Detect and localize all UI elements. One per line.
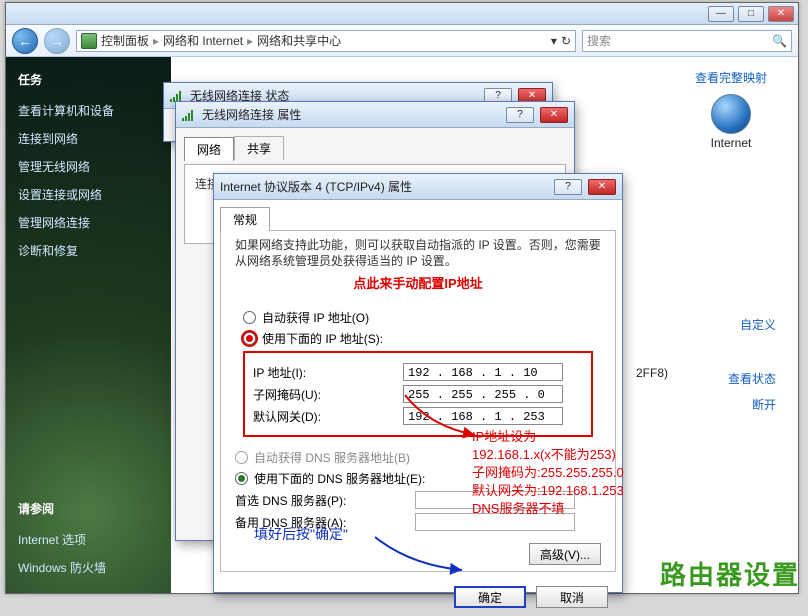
sidebar-item-setup-connection[interactable]: 设置连接或网络 xyxy=(18,184,159,206)
view-status-link[interactable]: 查看状态 xyxy=(728,366,776,392)
sidebar-extra-firewall[interactable]: Windows 防火墙 xyxy=(18,557,159,579)
internet-label: Internet xyxy=(686,136,776,150)
tcpip-description: 如果网络支持此功能，则可以获取自动指派的 IP 设置。否则，您需要从网络系统管理… xyxy=(235,237,601,269)
toolbar: ← → 控制面板 ▸ 网络和 Internet ▸ 网络和共享中心 ▾ ↻ 搜索… xyxy=(6,25,798,57)
sidebar-item-view-devices[interactable]: 查看计算机和设备 xyxy=(18,100,159,122)
disconnect-link[interactable]: 断开 xyxy=(728,392,776,418)
sidebar-item-diagnose[interactable]: 诊断和修复 xyxy=(18,240,159,262)
sidebar-item-connect-network[interactable]: 连接到网络 xyxy=(18,128,159,150)
dns1-input[interactable] xyxy=(415,491,575,509)
watermark: 路由器设置 xyxy=(660,555,800,592)
address-bar[interactable]: 控制面板 ▸ 网络和 Internet ▸ 网络和共享中心 ▾ ↻ xyxy=(76,30,576,52)
breadcrumb-root[interactable]: 控制面板 xyxy=(101,32,149,49)
dns-radio-group: 自动获得 DNS 服务器地址(B) 使用下面的 DNS 服务器地址(E): 首选… xyxy=(235,449,601,531)
dlg2-title: 无线网络连接 属性 xyxy=(202,106,301,123)
sidebar-item-manage-connections[interactable]: 管理网络连接 xyxy=(18,212,159,234)
radio-manual-dns[interactable] xyxy=(235,472,248,485)
mask-label: 子网掩码(U): xyxy=(253,386,403,403)
ip-grid-highlight: IP 地址(I): 192 . 168 . 1 . 10 子网掩码(U): 25… xyxy=(243,351,593,437)
breadcrumb-mid[interactable]: 网络和 Internet xyxy=(163,32,243,49)
search-box[interactable]: 搜索 🔍 xyxy=(582,30,792,52)
breadcrumb-sep-icon: ▸ xyxy=(247,34,253,48)
window-titlebar: — □ ✕ xyxy=(6,3,798,25)
tab-sharing[interactable]: 共享 xyxy=(234,136,284,160)
radio-manual-ip[interactable] xyxy=(243,332,256,345)
breadcrumb-leaf[interactable]: 网络和共享中心 xyxy=(257,32,341,49)
minimize-button[interactable]: — xyxy=(708,6,734,22)
tasks-heading: 任务 xyxy=(18,71,159,88)
tcpip-properties-dialog: Internet 协议版本 4 (TCP/IPv4) 属性 ? ✕ 常规 如果网… xyxy=(213,173,623,593)
dns2-label: 备用 DNS 服务器(A): xyxy=(235,514,415,531)
forward-button[interactable]: → xyxy=(44,28,70,54)
refresh-icon[interactable]: ↻ xyxy=(561,34,571,48)
back-button[interactable]: ← xyxy=(12,28,38,54)
maximize-button[interactable]: □ xyxy=(738,6,764,22)
dns1-label: 首选 DNS 服务器(P): xyxy=(235,492,415,509)
ip-radio-group: 自动获得 IP 地址(O) 使用下面的 IP 地址(S): IP 地址(I): … xyxy=(233,301,603,441)
ok-button[interactable]: 确定 xyxy=(454,586,526,608)
gw-input[interactable]: 192 . 168 . 1 . 253 xyxy=(403,407,563,425)
radio-auto-dns-label: 自动获得 DNS 服务器地址(B) xyxy=(254,449,410,466)
dlg2-close-button[interactable]: ✕ xyxy=(540,107,568,123)
ip-input[interactable]: 192 . 168 . 1 . 10 xyxy=(403,363,563,381)
breadcrumb-dd-icon[interactable]: ▾ xyxy=(551,34,557,48)
tab-general[interactable]: 常规 xyxy=(220,207,270,231)
dlg3-title: Internet 协议版本 4 (TCP/IPv4) 属性 xyxy=(220,178,412,195)
tasks-sidebar: 任务 查看计算机和设备 连接到网络 管理无线网络 设置连接或网络 管理网络连接 … xyxy=(6,57,171,593)
close-button[interactable]: ✕ xyxy=(768,6,794,22)
search-placeholder: 搜索 xyxy=(587,32,611,49)
annotation-heading: 点此来手动配置IP地址 xyxy=(221,275,615,293)
dlg2-help-button[interactable]: ? xyxy=(506,107,534,123)
radio-auto-dns xyxy=(235,451,248,464)
mask-input[interactable]: 255 . 255 . 255 . 0 xyxy=(403,385,563,403)
tab-network[interactable]: 网络 xyxy=(184,137,234,161)
dlg3-help-button[interactable]: ? xyxy=(554,179,582,195)
radio-auto-ip[interactable] xyxy=(243,311,256,324)
radio-manual-ip-label: 使用下面的 IP 地址(S): xyxy=(262,330,383,347)
gw-label: 默认网关(D): xyxy=(253,408,403,425)
signal-icon xyxy=(170,90,184,102)
breadcrumb-sep-icon: ▸ xyxy=(153,34,159,48)
dns2-input[interactable] xyxy=(415,513,575,531)
globe-icon xyxy=(711,94,751,134)
right-action-links: 自定义 查看状态 断开 xyxy=(728,312,776,418)
radio-manual-dns-label: 使用下面的 DNS 服务器地址(E): xyxy=(254,470,425,487)
internet-node: 查看完整映射 Internet xyxy=(686,69,776,150)
radio-auto-ip-label: 自动获得 IP 地址(O) xyxy=(262,309,369,326)
customize-link[interactable]: 自定义 xyxy=(728,312,776,338)
cancel-button[interactable]: 取消 xyxy=(536,586,608,608)
sidebar-extra-internet-options[interactable]: Internet 选项 xyxy=(18,529,159,551)
ip-label: IP 地址(I): xyxy=(253,364,403,381)
ssid-fragment: 2FF8) xyxy=(636,366,668,380)
signal-icon xyxy=(182,109,196,121)
view-full-map-link[interactable]: 查看完整映射 xyxy=(695,71,767,85)
search-icon: 🔍 xyxy=(772,34,787,48)
dlg3-close-button[interactable]: ✕ xyxy=(588,179,616,195)
address-icon xyxy=(81,33,97,49)
see-also-heading: 请参阅 xyxy=(18,500,159,517)
advanced-button[interactable]: 高级(V)... xyxy=(529,543,601,565)
sidebar-item-manage-wireless[interactable]: 管理无线网络 xyxy=(18,156,159,178)
